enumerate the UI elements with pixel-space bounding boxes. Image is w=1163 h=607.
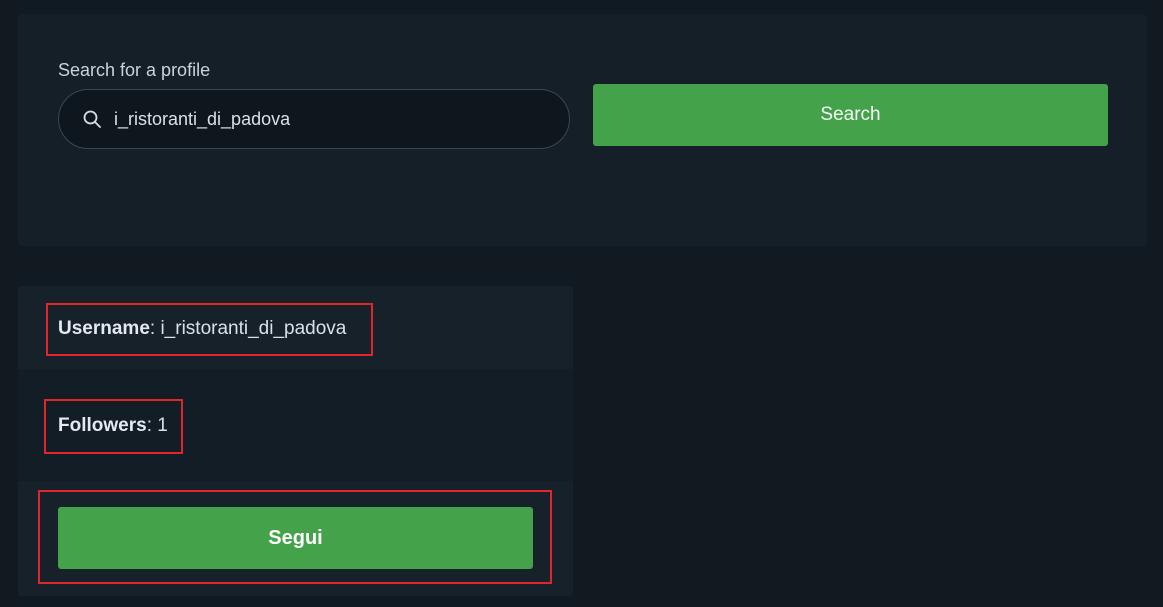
search-input[interactable]: i_ristoranti_di_padova — [58, 89, 570, 149]
follow-button[interactable]: Segui — [58, 507, 533, 569]
followers-label: Followers — [58, 415, 147, 436]
username-label: Username — [58, 318, 150, 339]
followers-value: 1 — [157, 415, 168, 436]
search-panel: Search for a profile i_ristoranti_di_pad… — [18, 14, 1147, 246]
profile-username-row: Username: i_ristoranti_di_padova — [18, 286, 573, 369]
followers-field: Followers: 1 — [58, 415, 168, 436]
profile-followers-row: Followers: 1 — [18, 369, 573, 481]
search-input-value[interactable]: i_ristoranti_di_padova — [114, 109, 290, 130]
username-value: i_ristoranti_di_padova — [160, 318, 347, 339]
search-button[interactable]: Search — [593, 84, 1108, 146]
search-icon — [81, 108, 103, 130]
profile-search-page: Search for a profile i_ristoranti_di_pad… — [0, 0, 1163, 607]
username-field: Username: i_ristoranti_di_padova — [58, 318, 347, 339]
search-label: Search for a profile — [58, 60, 211, 80]
